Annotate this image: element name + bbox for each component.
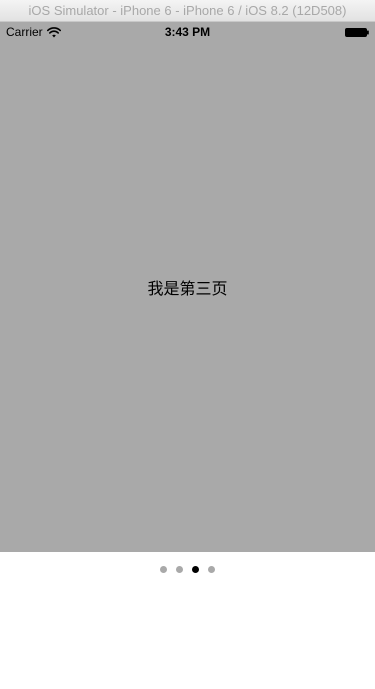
simulator-title-bar: iOS Simulator - iPhone 6 - iPhone 6 / iO… [0,0,375,22]
page-dot-3-current[interactable] [192,566,199,573]
page-dot-1[interactable] [160,566,167,573]
status-time: 3:43 PM [164,25,211,39]
window-title: iOS Simulator - iPhone 6 - iPhone 6 / iO… [28,3,347,18]
page-dot-4[interactable] [208,566,215,573]
page-label: 我是第三页 [147,279,228,298]
page-control[interactable] [0,566,375,574]
battery-icon [345,28,369,37]
page-content[interactable]: 我是第三页 [0,42,375,552]
page-dot-2[interactable] [176,566,183,573]
status-bar: Carrier 3:43 PM [0,22,375,42]
